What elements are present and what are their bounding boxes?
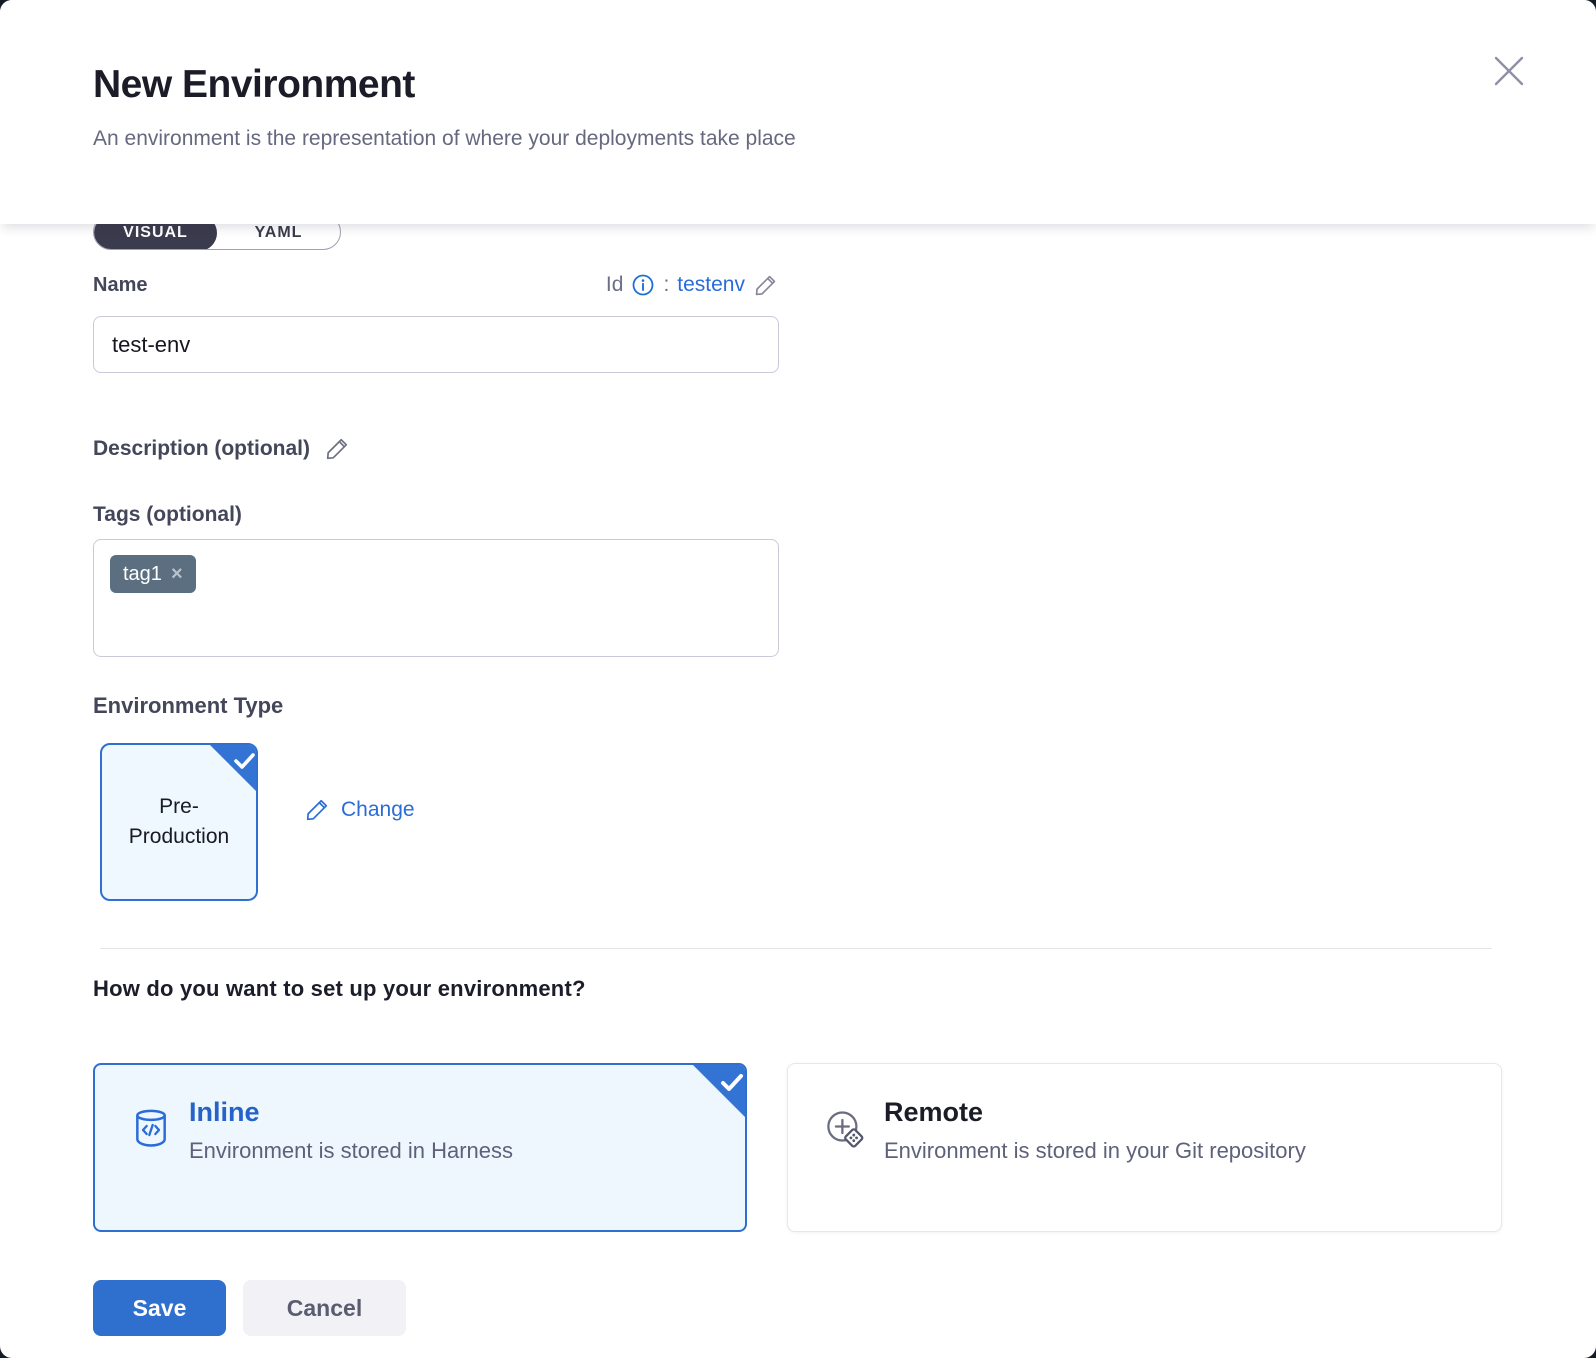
- id-value: testenv: [677, 273, 745, 297]
- environment-type-value: Pre-Production: [124, 792, 234, 852]
- page-subtitle: An environment is the representation of …: [93, 126, 1503, 152]
- environment-type-row: Pre-Production Change: [93, 743, 1503, 901]
- identifier-row: Id : testenv: [606, 272, 779, 298]
- selected-check-icon: [209, 744, 257, 792]
- change-pencil-icon: [304, 796, 331, 823]
- edit-description-pencil-icon[interactable]: [324, 435, 351, 462]
- change-link-label: Change: [341, 798, 415, 822]
- dialog-actions: Save Cancel: [93, 1280, 1503, 1336]
- environment-type-card-pre-production[interactable]: Pre-Production: [100, 743, 258, 901]
- tags-input[interactable]: tag1 ×: [93, 539, 779, 657]
- page-title: New Environment: [93, 62, 1503, 108]
- option-description-inline: Environment is stored in Harness: [189, 1137, 513, 1164]
- description-label: Description (optional): [93, 436, 310, 462]
- environment-type-label: Environment Type: [93, 693, 1503, 719]
- tag-chip-label: tag1: [123, 562, 162, 586]
- name-label: Name: [93, 273, 147, 297]
- option-title-remote: Remote: [884, 1096, 1306, 1128]
- new-environment-dialog: New Environment An environment is the re…: [0, 0, 1596, 1358]
- close-icon: [1488, 50, 1530, 92]
- storage-option-row: Inline Environment is stored in Harness …: [93, 1063, 1503, 1232]
- info-icon[interactable]: [631, 273, 655, 297]
- remove-tag-icon[interactable]: ×: [171, 564, 183, 584]
- name-id-row: Name Id : testenv: [93, 272, 779, 298]
- setup-heading: How do you want to set up your environme…: [93, 975, 1503, 1003]
- tag-chip: tag1 ×: [110, 555, 196, 593]
- edit-id-pencil-icon[interactable]: [753, 272, 779, 298]
- remote-git-icon: [824, 1108, 866, 1152]
- selected-check-icon: [692, 1064, 746, 1118]
- option-description-remote: Environment is stored in your Git reposi…: [884, 1137, 1306, 1164]
- id-label: Id: [606, 273, 624, 297]
- name-input[interactable]: [93, 316, 779, 373]
- section-divider: [100, 948, 1492, 949]
- inline-storage-icon: [131, 1108, 171, 1152]
- tags-label: Tags (optional): [93, 502, 1503, 528]
- change-environment-type-link[interactable]: Change: [304, 796, 415, 823]
- option-card-remote[interactable]: Remote Environment is stored in your Git…: [787, 1063, 1502, 1232]
- id-separator: :: [663, 273, 669, 297]
- option-text: Inline Environment is stored in Harness: [189, 1096, 513, 1164]
- dialog-body: VISUAL YAML Name Id : testenv: [0, 224, 1596, 1336]
- cancel-button[interactable]: Cancel: [243, 1280, 406, 1336]
- option-text: Remote Environment is stored in your Git…: [884, 1096, 1306, 1164]
- description-row: Description (optional): [93, 435, 1503, 462]
- close-button[interactable]: [1488, 50, 1530, 92]
- option-card-inline[interactable]: Inline Environment is stored in Harness: [93, 1063, 747, 1232]
- save-button[interactable]: Save: [93, 1280, 226, 1336]
- dialog-header: New Environment An environment is the re…: [0, 0, 1596, 224]
- option-title-inline: Inline: [189, 1096, 513, 1128]
